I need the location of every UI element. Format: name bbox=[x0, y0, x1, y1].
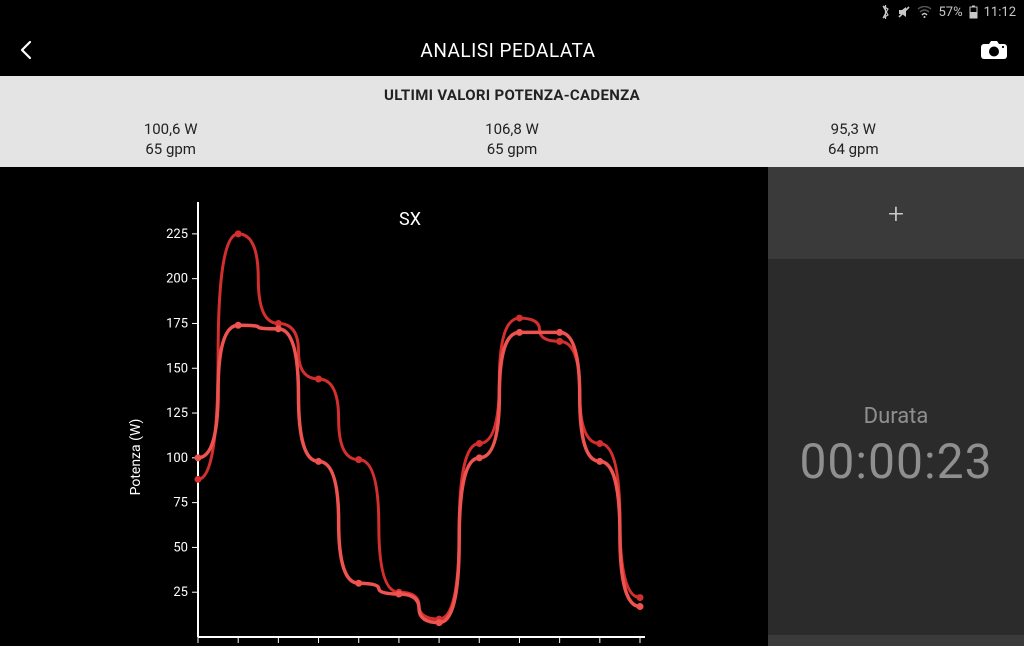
duration-label: Durata bbox=[864, 404, 929, 429]
add-tile-button[interactable]: + bbox=[768, 167, 1024, 259]
info-cadence: 64 gpm bbox=[683, 140, 1024, 160]
info-col-0: 100,6 W 65 gpm bbox=[0, 120, 341, 159]
camera-button[interactable] bbox=[978, 38, 1010, 62]
svg-text:150: 150 bbox=[166, 361, 188, 376]
side-panel: + Durata 00:00:23 bbox=[768, 167, 1024, 646]
clock: 11:12 bbox=[984, 5, 1016, 20]
duration-tile[interactable]: Durata 00:00:23 bbox=[768, 259, 1024, 635]
info-cadence: 65 gpm bbox=[341, 140, 682, 160]
chart-zone: 25 50 75 100 125 150 175 200 225 Potenza (W) SX bbox=[0, 167, 768, 646]
svg-text:Potenza (W): Potenza (W) bbox=[128, 419, 144, 496]
svg-text:SX: SX bbox=[399, 209, 421, 230]
svg-text:225: 225 bbox=[166, 227, 188, 242]
bluetooth-icon bbox=[880, 5, 891, 19]
battery-percent: 57% bbox=[938, 5, 962, 20]
duration-value: 00:00:23 bbox=[799, 433, 992, 490]
info-cadence: 65 gpm bbox=[0, 140, 341, 160]
main-area: 25 50 75 100 125 150 175 200 225 Potenza (W) SX + … bbox=[0, 167, 1024, 646]
android-status-bar: 57% 11:12 bbox=[0, 0, 1024, 24]
info-strip-title: ULTIMI VALORI POTENZA-CADENZA bbox=[0, 86, 1024, 104]
app-header: ANALISI PEDALATA bbox=[0, 24, 1024, 76]
svg-text:75: 75 bbox=[173, 496, 188, 511]
side-bottom-strip bbox=[768, 635, 1024, 646]
power-chart: 25 50 75 100 125 150 175 200 225 Potenza (W) SX bbox=[0, 167, 768, 646]
svg-text:125: 125 bbox=[166, 406, 188, 421]
info-power: 95,3 W bbox=[683, 120, 1024, 140]
battery-icon bbox=[969, 5, 978, 19]
mute-icon bbox=[897, 5, 911, 19]
svg-text:50: 50 bbox=[173, 540, 188, 555]
back-button[interactable] bbox=[14, 38, 38, 62]
wifi-icon bbox=[917, 6, 932, 18]
page-title: ANALISI PEDALATA bbox=[420, 39, 595, 62]
info-col-2: 95,3 W 64 gpm bbox=[683, 120, 1024, 159]
svg-text:175: 175 bbox=[166, 316, 188, 331]
info-strip: ULTIMI VALORI POTENZA-CADENZA 100,6 W 65… bbox=[0, 76, 1024, 167]
info-power: 106,8 W bbox=[341, 120, 682, 140]
plus-icon: + bbox=[888, 197, 904, 230]
info-power: 100,6 W bbox=[0, 120, 341, 140]
info-col-1: 106,8 W 65 gpm bbox=[341, 120, 682, 159]
svg-text:200: 200 bbox=[166, 272, 188, 287]
svg-text:100: 100 bbox=[166, 451, 188, 466]
svg-text:25: 25 bbox=[173, 585, 188, 600]
